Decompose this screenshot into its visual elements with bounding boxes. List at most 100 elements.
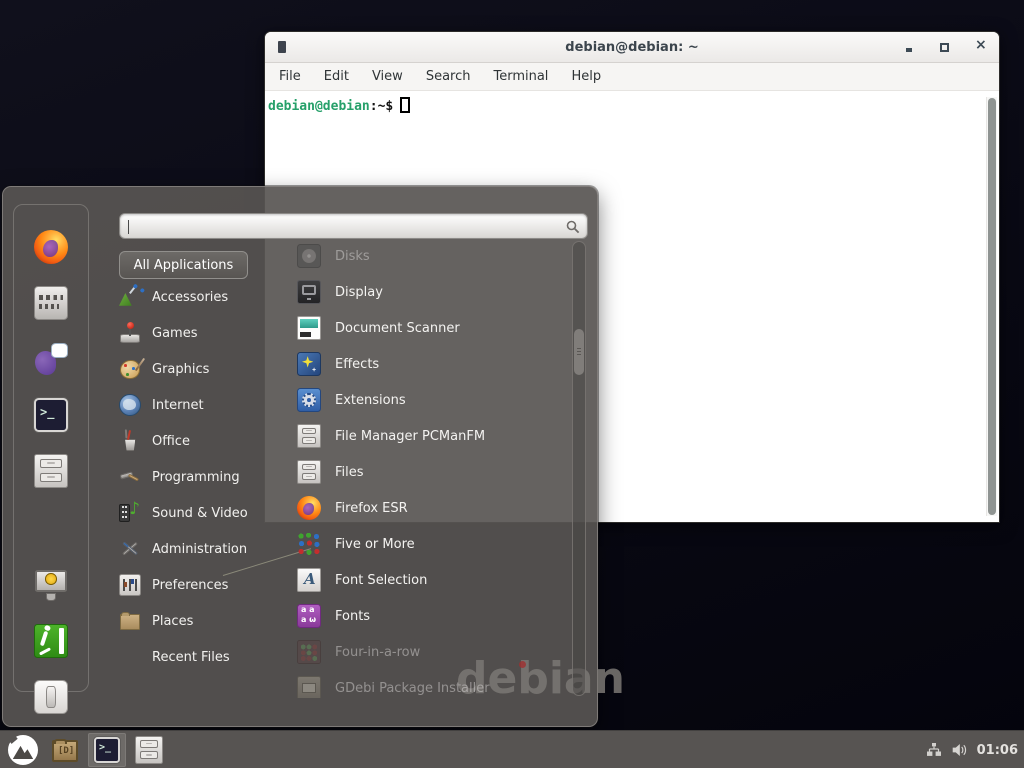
volume-icon[interactable] (951, 742, 968, 758)
favorite-terminal[interactable] (34, 398, 68, 436)
favorite-file-manager[interactable] (34, 454, 68, 492)
app-label: Four-in-a-row (335, 645, 420, 660)
taskbar-file-manager-button[interactable] (46, 733, 84, 767)
search-input[interactable] (128, 216, 558, 236)
category-label: Accessories (152, 290, 228, 305)
favorite-shut-down[interactable] (34, 680, 68, 718)
prompt-path: :~$ (370, 99, 393, 114)
application-menu: debian All Applications AccessoriesGames… (2, 186, 598, 727)
category-label: Office (152, 434, 190, 449)
category-accessories[interactable]: Accessories (119, 279, 279, 315)
accessories-icon (119, 286, 141, 308)
terminal-menu-edit[interactable]: Edit (321, 67, 352, 86)
five-or-more-icon (297, 532, 321, 556)
favorite-messenger[interactable] (34, 342, 68, 380)
category-label: Preferences (152, 578, 228, 593)
file-cabinet-icon (297, 460, 321, 484)
favorite-firefox[interactable] (34, 230, 68, 268)
category-label: Recent Files (152, 650, 230, 665)
terminal-scrollbar-thumb[interactable] (988, 98, 996, 515)
search-box (119, 213, 588, 239)
category-administration[interactable]: Administration (119, 531, 279, 567)
gdebi-icon (297, 676, 321, 698)
menu-scrollbar-thumb[interactable] (574, 329, 584, 375)
category-label: Graphics (152, 362, 209, 377)
terminal-menu-search[interactable]: Search (423, 67, 474, 86)
fonts-icon (297, 604, 321, 628)
app-four-in-a-row[interactable]: Four-in-a-row (284, 634, 564, 670)
category-label: Games (152, 326, 197, 341)
window-title: debian@debian: ~ (565, 40, 698, 55)
menu-scrollbar (572, 241, 586, 696)
application-list: Disks Display Document Scanner Effects Exten… (284, 238, 564, 698)
filter-all-applications[interactable]: All Applications (119, 251, 248, 279)
programming-icon (119, 466, 141, 488)
app-label: Firefox ESR (335, 501, 408, 516)
logout-icon (34, 624, 68, 658)
terminal-prompt: debian@debian:~$ (268, 97, 410, 114)
category-recent-files[interactable]: Recent Files (119, 639, 279, 675)
terminal-cursor (400, 97, 410, 113)
effects-icon (297, 352, 321, 376)
taskbar: 01:06 (0, 730, 1024, 768)
terminal-menu-help[interactable]: Help (568, 67, 604, 86)
category-label: Internet (152, 398, 204, 413)
category-graphics[interactable]: Graphics (119, 351, 279, 387)
office-icon (119, 430, 141, 452)
prompt-user-host: debian@debian (268, 99, 370, 114)
category-office[interactable]: Office (119, 423, 279, 459)
taskbar-terminal-button[interactable] (88, 733, 126, 767)
category-internet[interactable]: Internet (119, 387, 279, 423)
terminal-menu-view[interactable]: View (369, 67, 406, 86)
network-icon[interactable] (926, 742, 942, 758)
favorite-lock-screen[interactable] (34, 568, 68, 606)
maximize-button[interactable] (939, 42, 950, 53)
system-tray: 01:06 (926, 731, 1018, 768)
favorite-log-out[interactable] (34, 624, 68, 662)
file-cabinet-icon (135, 736, 163, 764)
terminal-titlebar[interactable]: debian@debian: ~ (265, 32, 999, 63)
app-document-scanner[interactable]: Document Scanner (284, 310, 564, 346)
app-effects[interactable]: Effects (284, 346, 564, 382)
app-disks[interactable]: Disks (284, 238, 564, 274)
app-extensions[interactable]: Extensions (284, 382, 564, 418)
games-icon (119, 322, 141, 344)
app-label: Files (335, 465, 364, 480)
category-label: Places (152, 614, 193, 629)
app-label: Document Scanner (335, 321, 460, 336)
app-gdebi-package-installer[interactable]: GDebi Package Installer (284, 670, 564, 698)
app-label: Disks (335, 249, 370, 264)
app-five-or-more[interactable]: Five or More (284, 526, 564, 562)
category-programming[interactable]: Programming (119, 459, 279, 495)
file-cabinet-icon (34, 454, 68, 488)
favorite-control-center[interactable] (34, 286, 68, 324)
app-label: File Manager PCManFM (335, 429, 485, 444)
app-display[interactable]: Display (284, 274, 564, 310)
clock[interactable]: 01:06 (977, 743, 1018, 758)
app-file-manager-pcmanfm[interactable]: File Manager PCManFM (284, 418, 564, 454)
category-places[interactable]: Places (119, 603, 279, 639)
taskbar-files-button[interactable] (130, 733, 168, 767)
minimize-button[interactable] (904, 42, 915, 53)
app-fonts[interactable]: Fonts (284, 598, 564, 634)
taskbar-menu-button[interactable] (4, 733, 42, 767)
app-label: Five or More (335, 537, 415, 552)
category-sound-video[interactable]: Sound & Video (119, 495, 279, 531)
category-label: Administration (152, 542, 247, 557)
close-button[interactable] (974, 42, 985, 53)
app-font-selection[interactable]: Font Selection (284, 562, 564, 598)
terminal-menu-file[interactable]: File (276, 67, 304, 86)
screensaver-icon (34, 568, 68, 602)
category-games[interactable]: Games (119, 315, 279, 351)
app-firefox-esr[interactable]: Firefox ESR (284, 490, 564, 526)
terminal-menu-terminal[interactable]: Terminal (490, 67, 551, 86)
app-label: Extensions (335, 393, 406, 408)
font-selection-icon (297, 568, 321, 592)
app-files[interactable]: Files (284, 454, 564, 490)
category-preferences[interactable]: Preferences (119, 567, 279, 603)
window-icon (278, 41, 286, 53)
taskbar-launchers (4, 731, 172, 768)
terminal-icon (34, 398, 68, 432)
terminal-menubar: File Edit View Search Terminal Help (265, 63, 999, 91)
extensions-icon (297, 388, 321, 412)
